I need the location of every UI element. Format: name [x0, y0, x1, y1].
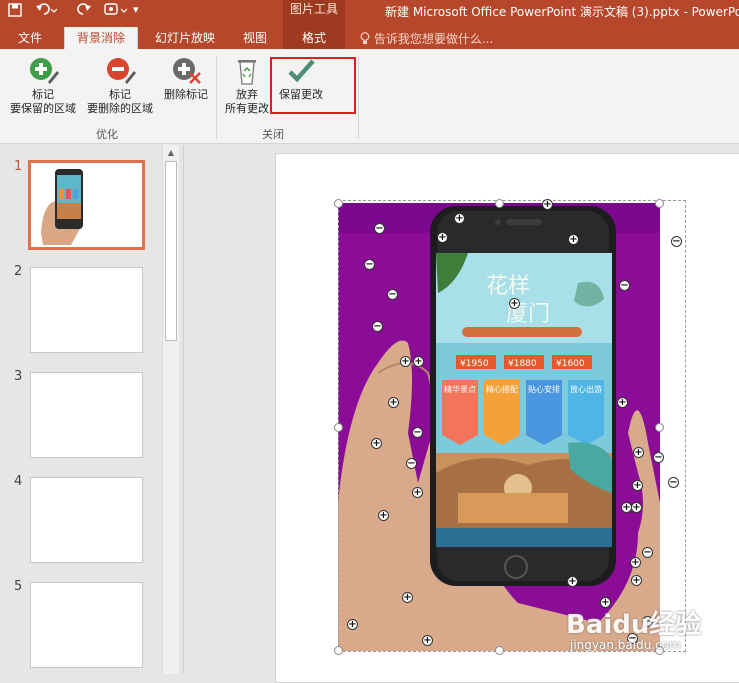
- keep-mark-icon[interactable]: +: [437, 232, 448, 243]
- remove-mark-icon[interactable]: −: [364, 259, 375, 270]
- remove-mark-icon[interactable]: −: [406, 458, 417, 469]
- keep-mark-icon[interactable]: +: [509, 298, 520, 309]
- resize-handle[interactable]: [334, 646, 343, 655]
- keep-mark-icon[interactable]: +: [347, 619, 358, 630]
- slide-number: 5: [14, 579, 23, 594]
- slide-thumbnail-3[interactable]: [30, 372, 143, 458]
- tab-background-removal[interactable]: 背景消除: [64, 27, 138, 49]
- delete-mark-label: 删除标记: [164, 88, 208, 101]
- keep-mark-icon[interactable]: +: [371, 438, 382, 449]
- resize-handle[interactable]: [495, 646, 504, 655]
- slide-thumbnail-1[interactable]: [28, 160, 145, 250]
- mark-remove-label-1: 标记: [109, 88, 131, 101]
- mark-keep-label-1: 标记: [32, 88, 54, 101]
- keep-changes-highlight: [270, 57, 356, 114]
- keep-mark-icon[interactable]: +: [630, 557, 641, 568]
- remove-mark-icon[interactable]: −: [671, 236, 682, 247]
- keep-mark-icon[interactable]: +: [413, 356, 424, 367]
- remove-mark-icon[interactable]: −: [653, 452, 664, 463]
- group-separator: [358, 55, 359, 139]
- mark-remove-label-2: 要删除的区域: [87, 102, 153, 115]
- group-label-refine: 优化: [96, 128, 118, 141]
- slide-number: 3: [14, 369, 23, 384]
- keep-mark-icon[interactable]: +: [378, 510, 389, 521]
- keep-mark-icon[interactable]: +: [388, 397, 399, 408]
- keep-mark-icon[interactable]: +: [567, 576, 578, 587]
- save-icon[interactable]: [8, 3, 22, 21]
- remove-mark-icon[interactable]: −: [412, 427, 423, 438]
- title-bar: ▾ 图片工具 新建 Microsoft Office PowerPoint 演示…: [0, 0, 739, 27]
- slide-thumbnail-4[interactable]: [30, 477, 143, 563]
- delete-mark-button[interactable]: 删除标记: [160, 56, 212, 102]
- slide-number: 2: [14, 264, 23, 279]
- group-label-close: 关闭: [262, 128, 284, 141]
- undo-icon[interactable]: [36, 3, 58, 21]
- ribbon: 标记 要保留的区域 标记 要删除的区域 删除标记 放弃 所有更改 保留更改 优化…: [0, 49, 739, 144]
- remove-mark-icon[interactable]: −: [372, 321, 383, 332]
- remove-mark-icon[interactable]: −: [668, 477, 679, 488]
- keep-mark-icon[interactable]: +: [568, 234, 579, 245]
- start-slideshow-icon[interactable]: [104, 3, 128, 21]
- remove-mark-icon[interactable]: −: [619, 280, 630, 291]
- discard-label-1: 放弃: [236, 88, 258, 101]
- resize-handle[interactable]: [334, 199, 343, 208]
- plus-pencil-icon: [28, 56, 59, 86]
- remove-mark-icon[interactable]: −: [387, 289, 398, 300]
- document-title: 新建 Microsoft Office PowerPoint 演示文稿 (3).…: [385, 5, 739, 19]
- delete-mark-icon: [171, 56, 201, 86]
- resize-handle[interactable]: [334, 423, 343, 432]
- keep-mark-icon[interactable]: +: [454, 213, 465, 224]
- customize-toolbar-icon[interactable]: ▾: [133, 3, 139, 16]
- scroll-up-arrow-icon[interactable]: ▲: [163, 146, 179, 160]
- keep-mark-icon[interactable]: +: [631, 575, 642, 586]
- keep-mark-icon[interactable]: +: [617, 397, 628, 408]
- picture-tools-label: 图片工具: [283, 0, 345, 27]
- tell-me-search[interactable]: 告诉我您想要做什么...: [360, 30, 493, 47]
- redo-icon[interactable]: [76, 3, 92, 21]
- tab-format[interactable]: 格式: [283, 27, 345, 49]
- resize-handle[interactable]: [495, 199, 504, 208]
- baidu-watermark-url: jingyan.baidu.com: [570, 638, 681, 652]
- recycle-bin-icon: [232, 56, 262, 86]
- tab-slideshow[interactable]: 幻灯片放映: [148, 27, 222, 49]
- keep-mark-icon[interactable]: +: [400, 356, 411, 367]
- minus-pencil-icon: [105, 56, 136, 86]
- resize-handle[interactable]: [655, 199, 664, 208]
- discard-all-changes-button[interactable]: 放弃 所有更改: [220, 56, 274, 116]
- resize-handle[interactable]: [655, 423, 664, 432]
- tab-file[interactable]: 文件: [6, 27, 54, 49]
- ribbon-tabs: 文件 背景消除 幻灯片放映 视图 格式 告诉我您想要做什么...: [0, 27, 739, 49]
- remove-mark-icon[interactable]: −: [374, 223, 385, 234]
- slide-1-preview: [41, 169, 83, 245]
- keep-mark-icon[interactable]: +: [402, 592, 413, 603]
- remove-mark-icon[interactable]: −: [642, 547, 653, 558]
- keep-mark-icon[interactable]: +: [422, 635, 433, 646]
- tab-view[interactable]: 视图: [232, 27, 278, 49]
- pane-divider[interactable]: [183, 145, 184, 674]
- tell-me-text: 告诉我您想要做什么...: [373, 32, 494, 46]
- keep-mark-icon[interactable]: +: [412, 487, 423, 498]
- keep-mark-icon[interactable]: +: [542, 199, 553, 210]
- group-separator: [216, 55, 217, 139]
- slide-thumbnail-pane: 1 2 3 4 5 ▲: [0, 145, 183, 674]
- mark-keep-button[interactable]: 标记 要保留的区域: [6, 56, 80, 116]
- keep-mark-icon[interactable]: +: [631, 502, 642, 513]
- mark-remove-button[interactable]: 标记 要删除的区域: [82, 56, 158, 116]
- thumbnail-scrollbar[interactable]: ▲: [162, 145, 179, 674]
- slide-thumbnail-5[interactable]: [30, 582, 143, 668]
- mark-keep-label-2: 要保留的区域: [10, 102, 76, 115]
- lightbulb-icon: [360, 32, 374, 46]
- slide-number: 1: [14, 159, 23, 174]
- baidu-watermark: Baidu经验: [566, 610, 702, 640]
- keep-mark-icon[interactable]: +: [632, 480, 643, 491]
- keep-mark-icon[interactable]: +: [633, 447, 644, 458]
- slide-thumbnail-2[interactable]: [30, 267, 143, 353]
- discard-label-2: 所有更改: [225, 102, 269, 115]
- scrollbar-thumb[interactable]: [165, 161, 177, 341]
- slide-number: 4: [14, 474, 23, 489]
